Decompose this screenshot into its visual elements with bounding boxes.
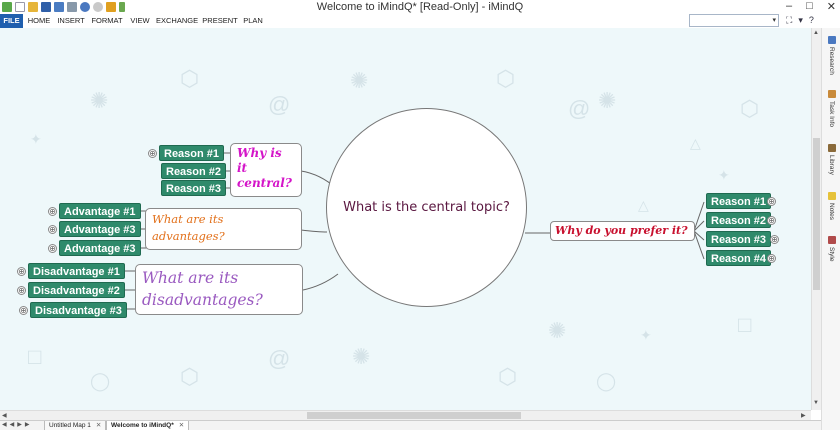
- next-sheet-icon[interactable]: ▶: [17, 421, 22, 428]
- previous-sheet-icon[interactable]: ◀: [10, 421, 15, 428]
- expand-prefer-reason-1-icon[interactable]: ⊕: [767, 197, 776, 206]
- tab-file[interactable]: FILE: [0, 14, 23, 28]
- search-input[interactable]: ▾: [689, 14, 779, 27]
- map-canvas[interactable]: ✺ ✺ ✺ ✺ ✺ ⬡ ⬡ ⬡ ⬡ ⬡ @ @ @ □ □ △ △ ✦ ✦ ✦ …: [0, 28, 811, 410]
- expand-advantage-1-icon[interactable]: ⊕: [48, 207, 57, 216]
- topic-why-central-label: Why is it central?: [237, 146, 292, 190]
- tab-exchange[interactable]: EXCHANGE: [156, 14, 198, 28]
- style-icon: [827, 236, 836, 244]
- close-button[interactable]: ✕: [827, 0, 836, 13]
- connector-prefer-reasons: [693, 201, 705, 260]
- connector-disadvantages: [302, 273, 339, 291]
- dock-library[interactable]: Library: [824, 144, 839, 175]
- vertical-scroll-thumb[interactable]: [813, 138, 820, 290]
- central-topic-label: What is the central topic?: [343, 200, 510, 215]
- expand-prefer-reason-4-icon[interactable]: ⊕: [767, 254, 776, 263]
- research-icon: [827, 36, 836, 44]
- dock-style-label: Style: [828, 247, 835, 262]
- ribbon-tools: ⛶ ▾ ?: [786, 15, 814, 26]
- disadvantage-3[interactable]: Disadvantage #3: [30, 302, 127, 318]
- expand-advantage-3-icon[interactable]: ⊕: [48, 244, 57, 253]
- topic-advantages[interactable]: What are its advantages?: [145, 208, 302, 250]
- last-sheet-icon[interactable]: ▶: [25, 421, 30, 428]
- disadvantage-1[interactable]: Disadvantage #1: [28, 263, 125, 279]
- scroll-down-icon[interactable]: ▼: [813, 400, 819, 406]
- dock-research[interactable]: Research: [824, 36, 839, 75]
- scroll-right-icon[interactable]: ▶: [801, 412, 806, 419]
- topic-why-central[interactable]: Why is it central?: [230, 143, 302, 197]
- chevron-down-icon[interactable]: ▾: [772, 16, 776, 24]
- why-reason-2[interactable]: Reason #2: [161, 163, 227, 179]
- minimize-button[interactable]: –: [786, 0, 792, 13]
- sheet-tab-label: Untitled Map 1: [49, 422, 91, 429]
- dock-style[interactable]: Style: [824, 236, 839, 261]
- sheet-tab-untitled-map[interactable]: Untitled Map 1 ✕: [44, 421, 107, 430]
- advantage-3[interactable]: Advantage #3: [59, 240, 141, 256]
- why-reason-3[interactable]: Reason #3: [161, 180, 227, 196]
- prefer-reason-2[interactable]: Reason #2: [706, 212, 772, 228]
- tab-plan[interactable]: PLAN: [241, 14, 265, 28]
- expand-advantage-2-icon[interactable]: ⊕: [48, 225, 57, 234]
- tab-view[interactable]: VIEW: [128, 14, 152, 28]
- expand-prefer-reason-3-icon[interactable]: ⊕: [770, 235, 779, 244]
- dock-library-label: Library: [828, 155, 835, 175]
- scroll-up-icon[interactable]: ▲: [813, 30, 819, 36]
- topic-prefer-label: Why do you prefer it?: [555, 224, 688, 237]
- dock-task-info-label: Task Info: [828, 101, 835, 128]
- close-icon[interactable]: ✕: [179, 421, 184, 430]
- scroll-left-icon[interactable]: ◀: [2, 412, 7, 419]
- expand-disadvantage-3-icon[interactable]: ⊕: [19, 306, 28, 315]
- first-sheet-icon[interactable]: ◀: [2, 421, 7, 428]
- vertical-scrollbar[interactable]: ▲ ▼: [811, 28, 821, 410]
- topic-prefer[interactable]: Why do you prefer it?: [550, 221, 695, 241]
- expand-disadvantage-1-icon[interactable]: ⊕: [17, 267, 26, 276]
- disadvantage-2[interactable]: Disadvantage #2: [28, 282, 125, 298]
- right-dock-panel: Research Task Info Library Notes Style: [821, 28, 840, 430]
- ribbon-tab-bar: FILE HOME INSERT FORMAT VIEW EXCHANGE PR…: [0, 14, 840, 28]
- tab-format[interactable]: FORMAT: [90, 14, 124, 28]
- sheet-tab-welcome[interactable]: Welcome to iMindQ* ✕: [106, 421, 190, 430]
- tab-present[interactable]: PRESENT: [202, 14, 238, 28]
- close-icon[interactable]: ✕: [96, 421, 101, 430]
- central-topic[interactable]: What is the central topic?: [326, 108, 527, 307]
- tab-insert[interactable]: INSERT: [56, 14, 86, 28]
- maximize-button[interactable]: □: [806, 0, 813, 13]
- prefer-reason-1[interactable]: Reason #1: [706, 193, 772, 209]
- topic-disadvantages[interactable]: What are its disadvantages?: [135, 264, 303, 315]
- prefer-reason-3[interactable]: Reason #3: [706, 231, 772, 247]
- title-bar: Welcome to iMindQ* [Read-Only] - iMindQ …: [0, 0, 840, 14]
- chevron-down-icon[interactable]: ▾: [798, 15, 803, 26]
- dock-notes-label: Notes: [828, 203, 835, 220]
- advantage-1[interactable]: Advantage #1: [59, 203, 141, 219]
- dock-task-info[interactable]: Task Info: [824, 90, 839, 127]
- why-reason-1[interactable]: Reason #1: [159, 145, 225, 161]
- advantage-2[interactable]: Advantage #3: [59, 221, 141, 237]
- help-icon[interactable]: ?: [809, 15, 814, 26]
- library-icon: [827, 144, 836, 152]
- sheet-navigation: ◀ ◀ ▶ ▶: [2, 421, 30, 428]
- window-controls: – □ ✕: [786, 0, 836, 13]
- sheet-tab-label: Welcome to iMindQ*: [111, 422, 174, 429]
- horizontal-scrollbar[interactable]: ◀ ▶: [0, 410, 811, 420]
- org-chart-icon[interactable]: ⛶: [786, 15, 792, 26]
- expand-disadvantage-2-icon[interactable]: ⊕: [17, 286, 26, 295]
- sheet-tab-bar: ◀ ◀ ▶ ▶ Untitled Map 1 ✕ Welcome to iMin…: [0, 420, 821, 430]
- prefer-reason-4[interactable]: Reason #4: [706, 250, 772, 266]
- dock-research-label: Research: [828, 47, 835, 75]
- topic-advantages-label: What are its advantages?: [152, 212, 225, 243]
- notes-icon: [827, 192, 836, 200]
- topic-disadvantages-label: What are its disadvantages?: [142, 269, 263, 309]
- dock-notes[interactable]: Notes: [824, 192, 839, 220]
- connector-advantages: [300, 229, 328, 233]
- horizontal-scroll-thumb[interactable]: [307, 412, 521, 419]
- tab-home[interactable]: HOME: [25, 14, 53, 28]
- window-title: Welcome to iMindQ* [Read-Only] - iMindQ: [316, 1, 524, 13]
- expand-prefer-reason-2-icon[interactable]: ⊕: [767, 216, 776, 225]
- expand-why-reason-1-icon[interactable]: ⊕: [148, 149, 157, 158]
- task-info-icon: [827, 90, 836, 98]
